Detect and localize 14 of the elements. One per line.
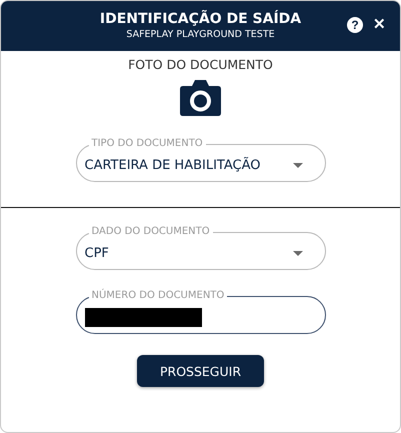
field-label: NÚMERO DO DOCUMENTO [90,290,226,302]
proceed-button[interactable]: PROSSEGUIR [137,355,264,387]
camera-icon[interactable] [180,80,221,116]
field-label: DADO DO DOCUMENTO [90,226,211,238]
help-button[interactable]: ? [347,17,363,33]
caret-icon [292,163,302,168]
close-button[interactable]: ✕ [373,17,386,33]
window-title: IDENTIFICAÇÃO DE SAÍDA [100,11,302,28]
window-subtitle: SAFEPLAY PLAYGROUND TESTE [126,28,275,41]
caret-icon [292,251,302,256]
select-field[interactable]: DADO DO DOCUMENTO CPF [76,226,326,270]
photo-label: FOTO DO DOCUMENTO [127,57,274,72]
select-field[interactable]: TIPO DO DOCUMENTO CARTEIRA DE HABILITAÇÃO [76,138,326,182]
field-label: TIPO DO DOCUMENTO [90,138,204,150]
